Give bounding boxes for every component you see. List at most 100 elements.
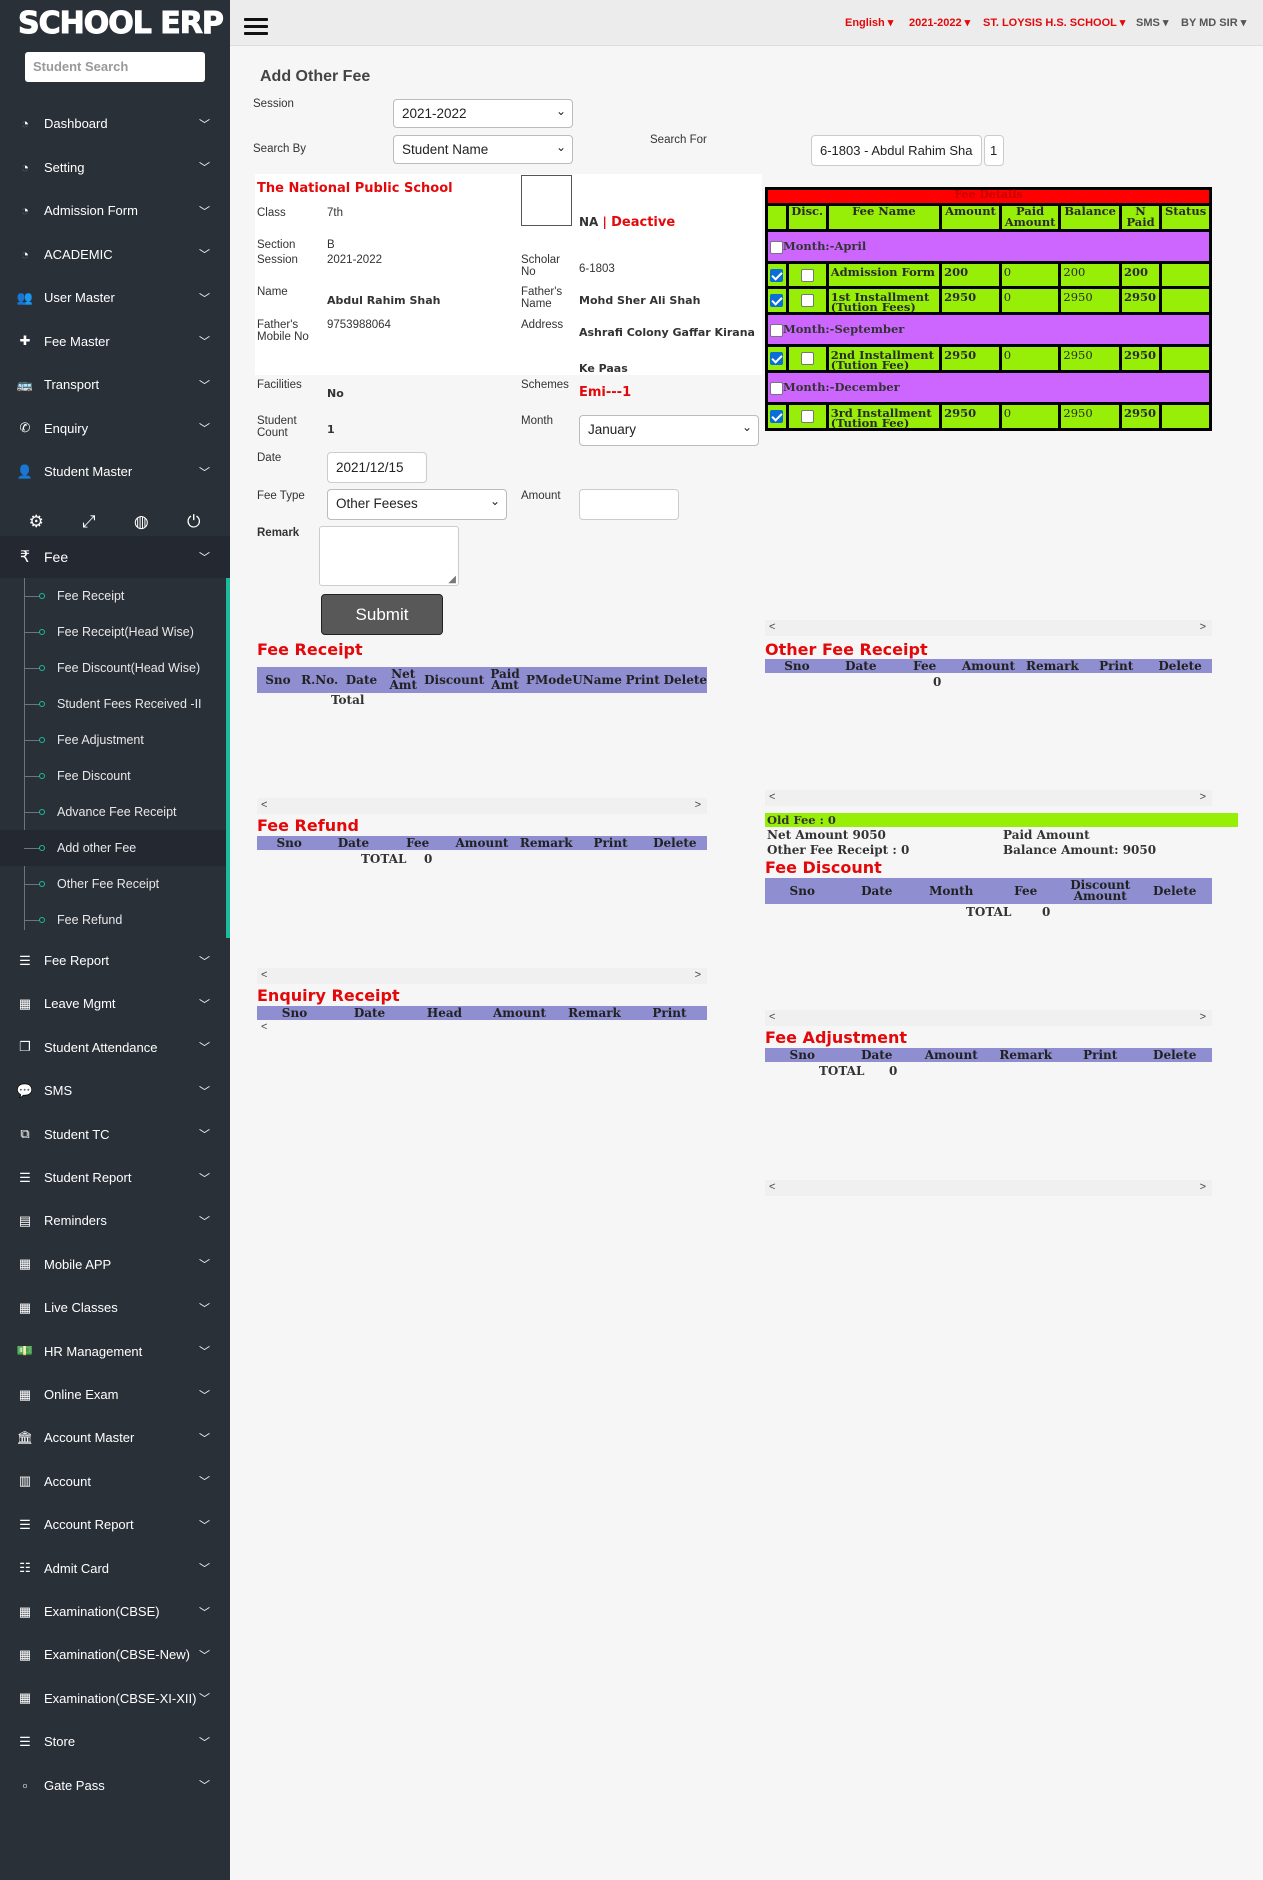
sidebar-item-fee-report[interactable]: ☰ Fee Report ﹀ [0,939,230,982]
fee-refund-scrollbar[interactable]: < > [257,968,707,984]
sidebar-item-transport[interactable]: 🚌 Transport ﹀ [0,363,230,406]
fullscreen-icon[interactable]: ⤢ [77,512,101,532]
student-search-input[interactable]: Student Search [25,52,205,82]
fee-type-select[interactable]: Other Feeses ⌄ [327,489,507,520]
submit-button[interactable]: Submit [321,594,443,635]
sidebar-item-examination-cbse-xi-xii[interactable]: ▦ Examination(CBSE-XI-XII) ﹀ [0,1677,230,1720]
column-header: Disc. [785,203,829,232]
sidebar-item-fee-master[interactable]: ✚ Fee Master ﹀ [0,320,230,363]
search-for-input[interactable]: 6-1803 - Abdul Rahim Sha [811,135,982,166]
fee-adjustment-scrollbar[interactable]: < > [765,1180,1212,1196]
balance[interactable]: 2950 [1058,286,1122,315]
discount-checkbox[interactable] [800,268,814,282]
balance[interactable]: 200 [1058,261,1122,289]
paid-amount[interactable]: 0 [998,402,1062,431]
sidebar-item-student-report[interactable]: ☰ Student Report ﹀ [0,1156,230,1199]
sidebar-item-reminders[interactable]: ▤ Reminders ﹀ [0,1199,230,1242]
fee-discount-scrollbar[interactable]: < > [765,1010,1212,1026]
sidebar-item-admission-form[interactable]: ◔ Admission Form ﹀ [0,189,230,232]
sidebar-item-sms[interactable]: 💬 SMS ﹀ [0,1069,230,1112]
sidebar-item-student-tc[interactable]: ⧉ Student TC ﹀ [0,1113,230,1156]
sidebar-item-live-classes[interactable]: ▦ Live Classes ﹀ [0,1286,230,1329]
sidebar-subitem-label: Fee Adjustment [57,733,144,747]
sidebar-subitem-fee-discount[interactable]: Fee Discount [0,758,226,794]
select-checkbox[interactable] [770,352,784,365]
amount-input[interactable] [579,489,679,520]
month-checkbox[interactable] [770,323,783,337]
balance[interactable]: 2950 [1058,402,1122,431]
select-checkbox[interactable] [770,410,784,423]
month-checkbox[interactable] [770,240,783,254]
sidebar-item-hr-management[interactable]: 💵 HR Management ﹀ [0,1330,230,1373]
session-dropdown[interactable]: 2021-2022 ▾ [909,16,970,29]
user-dropdown[interactable]: BY MD SIR ▾ [1181,16,1246,29]
sidebar-item-account-report[interactable]: ☰ Account Report ﹀ [0,1503,230,1546]
chevron-down-icon: ﹀ [199,1563,210,1576]
scholar-value: 6-1803 [579,263,615,275]
sidebar-subitem-fee-refund[interactable]: Fee Refund [0,902,226,938]
chat-icon: 💬 [16,1082,34,1098]
sidebar-subitem-add-other-fee[interactable]: Add other Fee [0,830,226,866]
sidebar-item-user-master[interactable]: 👥 User Master ﹀ [0,276,230,319]
chevron-down-icon: ﹀ [199,118,210,131]
mobile-label: Father's Mobile No [257,319,309,343]
sidebar-item-setting[interactable]: ◔ Setting ﹀ [0,146,230,189]
discount-checkbox[interactable] [800,294,814,307]
month-checkbox[interactable] [770,381,783,395]
session-label: Session [253,98,294,110]
sms-dropdown[interactable]: SMS ▾ [1136,16,1168,29]
month-label: Month [521,415,553,427]
month-select[interactable]: January ⌄ [579,415,759,446]
sidebar-subitem-advance-fee-receipt[interactable]: Advance Fee Receipt [0,794,226,830]
sidebar-subitem-other-fee-receipt[interactable]: Other Fee Receipt [0,866,226,902]
date-input[interactable]: 2021/12/15 [327,452,427,483]
sidebar-item-enquiry[interactable]: ✆ Enquiry ﹀ [0,407,230,450]
sidebar-item-fee[interactable]: ₹ Fee ﹀ [0,536,230,578]
session-select[interactable]: 2021-2022 ⌄ [393,99,573,128]
sidebar-item-account[interactable]: ▥ Account ﹀ [0,1460,230,1503]
chevron-down-icon: ﹀ [199,1606,210,1619]
settings-gear-icon[interactable]: ⚙ [24,512,48,532]
school-dropdown[interactable]: ST. LOYSIS H.S. SCHOOL ▾ [983,16,1125,29]
select-checkbox[interactable] [770,268,784,282]
sidebar-subitem-student-fees-received-ii[interactable]: Student Fees Received -II [0,686,226,722]
enquiry-receipt-header: Sno Date Head Amount Remark Print [257,1006,707,1020]
sidebar-subitem-fee-receipt-head-wise[interactable]: Fee Receipt(Head Wise) [0,614,226,650]
paid-amount[interactable]: 0 [998,286,1062,315]
sidebar-item-admit-card[interactable]: ☷ Admit Card ﹀ [0,1547,230,1590]
other-fee-scrollbar[interactable]: < > [765,790,1212,806]
sidebar-item-student-attendance[interactable]: ❐ Student Attendance ﹀ [0,1026,230,1069]
sidebar-item-examination-cbse[interactable]: ▦ Examination(CBSE) ﹀ [0,1590,230,1633]
fee-receipt-scrollbar[interactable]: < > [257,798,707,814]
old-fee-bar: Old Fee : 0 [765,813,1238,827]
discount-checkbox[interactable] [800,410,814,423]
sidebar-item-mobile-app[interactable]: ▦ Mobile APP ﹀ [0,1243,230,1286]
sidebar-subitem-fee-adjustment[interactable]: Fee Adjustment [0,722,226,758]
paid-amount[interactable]: 0 [998,344,1062,373]
sidebar-item-leave-mgmt[interactable]: ▦ Leave Mgmt ﹀ [0,982,230,1025]
enquiry-scrollbar[interactable]: < [257,1020,707,1036]
menu-toggle-icon[interactable] [244,18,268,37]
sidebar-item-examination-cbse-new[interactable]: ▦ Examination(CBSE-New) ﹀ [0,1633,230,1676]
fee-details-scrollbar[interactable]: < > [765,620,1212,636]
select-checkbox[interactable] [770,294,784,307]
sidebar-item-gate-pass[interactable]: ▫ Gate Pass ﹀ [0,1764,230,1807]
search-by-select[interactable]: Student Name ⌄ [393,135,573,164]
paid-amount[interactable]: 0 [998,261,1062,289]
remark-textarea[interactable]: ◢ [319,526,459,586]
sidebar-item-student-master[interactable]: 👤 Student Master ﹀ [0,450,230,493]
search-count-field[interactable]: 1 [984,135,1004,166]
sidebar-item-store[interactable]: ☰ Store ﹀ [0,1720,230,1763]
sidebar-item-account-master[interactable]: 🏛 Account Master ﹀ [0,1416,230,1459]
language-dropdown[interactable]: English ▾ [845,16,893,29]
sidebar-subitem-fee-discount-head-wise[interactable]: Fee Discount(Head Wise) [0,650,226,686]
sidebar-item-academic[interactable]: ◔ ACADEMIC ﹀ [0,233,230,276]
sidebar-item-online-exam[interactable]: ▦ Online Exam ﹀ [0,1373,230,1416]
sidebar-subitem-fee-receipt[interactable]: Fee Receipt [0,578,226,614]
dashboard-icon: ◔ [21,203,29,218]
hide-icon[interactable]: ◍ [129,512,153,532]
sidebar-item-dashboard[interactable]: ◔ Dashboard ﹀ [0,102,230,145]
discount-checkbox[interactable] [800,352,814,365]
balance[interactable]: 2950 [1058,344,1122,373]
power-icon[interactable]: ⏻ [182,512,206,532]
